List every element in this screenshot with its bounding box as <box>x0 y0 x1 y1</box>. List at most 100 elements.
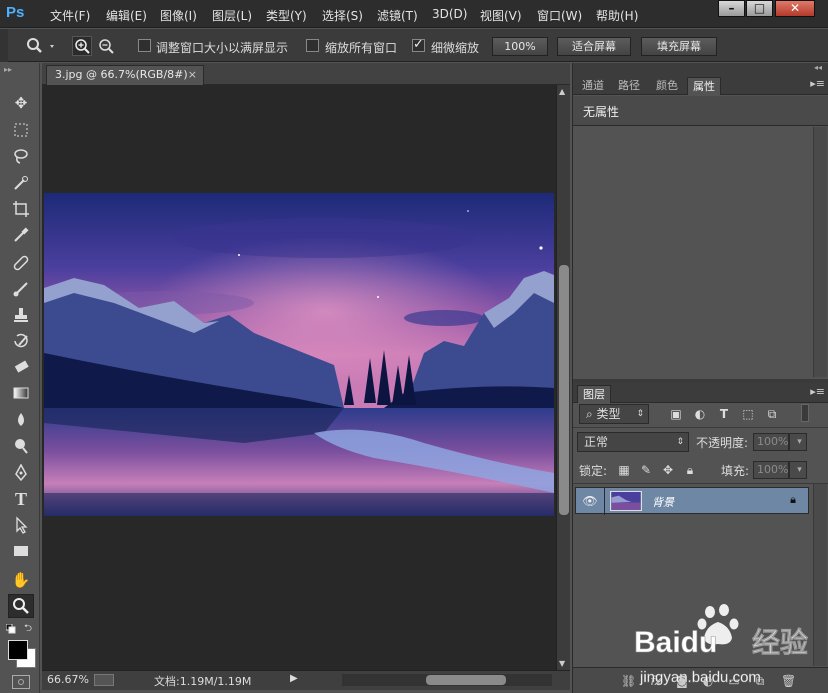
swap-colors-icon[interactable]: ⮌ <box>24 621 32 638</box>
blend-mode-value: 正常 <box>584 435 609 449</box>
filter-search-icon: ⌕ <box>586 407 597 421</box>
default-colors-icon[interactable] <box>5 623 16 634</box>
quick-mask-icon[interactable] <box>12 675 30 689</box>
blend-mode-select[interactable]: 正常 ⇕ <box>577 432 689 452</box>
scrubby-zoom-checkbox[interactable] <box>412 37 425 52</box>
minimize-button[interactable]: – <box>718 0 745 17</box>
tab-paths[interactable]: 路径 <box>613 77 645 95</box>
scroll-up-icon[interactable]: ▲ <box>559 87 565 96</box>
baidu-jingyan-watermark: Baidu 经验 jingyan.baidu.com <box>634 604 808 686</box>
document-image[interactable] <box>44 193 554 516</box>
filter-shape-icon[interactable]: ⬚ <box>741 407 755 421</box>
menu-select[interactable]: 选择(S) <box>322 7 363 24</box>
tab-properties[interactable]: 属性 <box>687 77 721 95</box>
menu-edit[interactable]: 编辑(E) <box>106 7 147 24</box>
layers-menu-icon[interactable]: ▸≡ <box>810 385 825 398</box>
zoom-100-button[interactable]: 100% <box>492 37 548 56</box>
scroll-down-icon[interactable]: ▼ <box>559 659 565 668</box>
menu-file[interactable]: 文件(F) <box>50 7 90 24</box>
opacity-dropdown-icon[interactable]: ▾ <box>789 433 807 451</box>
eyedropper-tool-icon[interactable] <box>8 223 34 247</box>
tab-layers[interactable]: 图层 <box>577 385 611 403</box>
layer-filter-select[interactable]: ⌕ 类型 ⇕ <box>579 404 649 424</box>
zoom-tool-icon[interactable] <box>8 594 34 618</box>
hand-tool-icon[interactable]: ✋ <box>8 568 34 592</box>
filter-smart-object-icon[interactable]: ⧉ <box>765 407 779 421</box>
clone-stamp-tool-icon[interactable] <box>8 303 34 327</box>
document-tab[interactable]: 3.jpg @ 66.7%(RGB/8#) × <box>46 65 204 85</box>
layer-filter-kind: 类型 <box>596 407 621 421</box>
lock-all-icon[interactable]: 🔒︎ <box>683 463 697 477</box>
status-menu-arrow-icon[interactable]: ▶ <box>290 673 298 684</box>
blur-tool-icon[interactable] <box>8 408 34 432</box>
path-selection-tool-icon[interactable] <box>8 513 34 537</box>
filter-type-icon[interactable]: T <box>717 407 731 421</box>
properties-scrollbar[interactable] <box>813 127 827 377</box>
resize-windows-checkbox[interactable] <box>138 39 151 52</box>
type-tool-icon[interactable]: T <box>8 487 34 511</box>
menu-window[interactable]: 窗口(W) <box>537 7 582 24</box>
marquee-tool-icon[interactable] <box>8 118 34 142</box>
filter-pixel-icon[interactable]: ▣ <box>669 407 683 421</box>
minimize-icon: – <box>728 1 735 15</box>
menu-view[interactable]: 视图(V) <box>480 7 522 24</box>
vertical-scroll-thumb[interactable] <box>559 265 569 515</box>
foreground-color-swatch[interactable] <box>8 640 28 660</box>
fill-input[interactable]: 100% <box>753 461 789 479</box>
layer-row[interactable]: 👁︎ 背景 🔒︎ <box>575 487 809 515</box>
gradient-tool-icon[interactable] <box>8 381 34 405</box>
zoom-level[interactable]: 66.67% <box>47 673 89 686</box>
dodge-tool-icon[interactable] <box>8 434 34 458</box>
crop-tool-icon[interactable] <box>8 197 34 221</box>
horizontal-scrollbar[interactable] <box>342 674 552 686</box>
zoom-in-button[interactable] <box>72 36 92 56</box>
opacity-label: 不透明度: <box>696 436 749 450</box>
properties-panel-tabs: 通道 路径 颜色 属性 ▸≡ <box>573 75 828 95</box>
filter-adjustment-icon[interactable]: ◐ <box>693 407 707 421</box>
rectangle-tool-icon[interactable] <box>8 539 34 563</box>
chevron-updown-icon: ⇕ <box>636 409 644 419</box>
brush-tool-icon[interactable] <box>8 277 34 301</box>
zoom-tool-preset-icon[interactable] <box>26 37 56 55</box>
menu-filter[interactable]: 滤镜(T) <box>377 7 418 24</box>
horizontal-scroll-thumb[interactable] <box>426 675 506 685</box>
maximize-button[interactable]: □ <box>746 0 773 17</box>
move-tool-icon[interactable]: ✥ <box>8 91 34 115</box>
zoom-all-windows-checkbox[interactable] <box>306 39 319 52</box>
lock-transparent-icon[interactable]: ▦ <box>617 463 631 477</box>
menu-image[interactable]: 图像(I) <box>160 7 197 24</box>
panel-menu-icon[interactable]: ▸≡ <box>810 77 825 90</box>
collapse-panels-icon[interactable]: ◂◂ <box>814 63 822 72</box>
close-icon: ✕ <box>789 1 801 15</box>
document-tab-bar: 3.jpg @ 66.7%(RGB/8#) × <box>42 63 570 85</box>
history-brush-tool-icon[interactable] <box>8 329 34 353</box>
lasso-tool-icon[interactable] <box>8 144 34 168</box>
zoom-out-button[interactable] <box>96 36 116 56</box>
fill-dropdown-icon[interactable]: ▾ <box>789 461 807 479</box>
menu-help[interactable]: 帮助(H) <box>596 7 638 24</box>
tab-color[interactable]: 颜色 <box>651 77 683 95</box>
eye-visibility-icon[interactable]: 👁︎ <box>580 492 600 510</box>
close-document-icon[interactable]: × <box>188 66 197 84</box>
filter-toggle[interactable] <box>801 404 809 422</box>
chevron-updown-icon: ⇕ <box>676 437 684 447</box>
menu-3d[interactable]: 3D(D) <box>432 7 467 21</box>
fit-screen-button[interactable]: 适合屏幕 <box>557 37 631 56</box>
status-link-icon[interactable] <box>94 674 114 686</box>
healing-brush-tool-icon[interactable] <box>8 251 34 275</box>
opacity-input[interactable]: 100% <box>753 433 789 451</box>
options-grip[interactable] <box>0 29 8 62</box>
menu-layer[interactable]: 图层(L) <box>212 7 252 24</box>
tab-channels[interactable]: 通道 <box>577 77 609 95</box>
scrubby-zoom-label: 细微缩放 <box>431 41 480 55</box>
fill-screen-button[interactable]: 填充屏幕 <box>641 37 717 56</box>
lock-position-icon[interactable]: ✥ <box>661 463 675 477</box>
lock-image-icon[interactable]: ✎ <box>639 463 653 477</box>
quick-selection-tool-icon[interactable] <box>8 171 34 195</box>
pen-tool-icon[interactable] <box>8 461 34 485</box>
layer-name[interactable]: 背景 <box>652 494 674 510</box>
menu-type[interactable]: 类型(Y) <box>266 7 307 24</box>
vertical-scrollbar[interactable]: ▲ ▼ <box>556 85 570 670</box>
eraser-tool-icon[interactable] <box>8 355 34 379</box>
close-button[interactable]: ✕ <box>775 0 815 17</box>
